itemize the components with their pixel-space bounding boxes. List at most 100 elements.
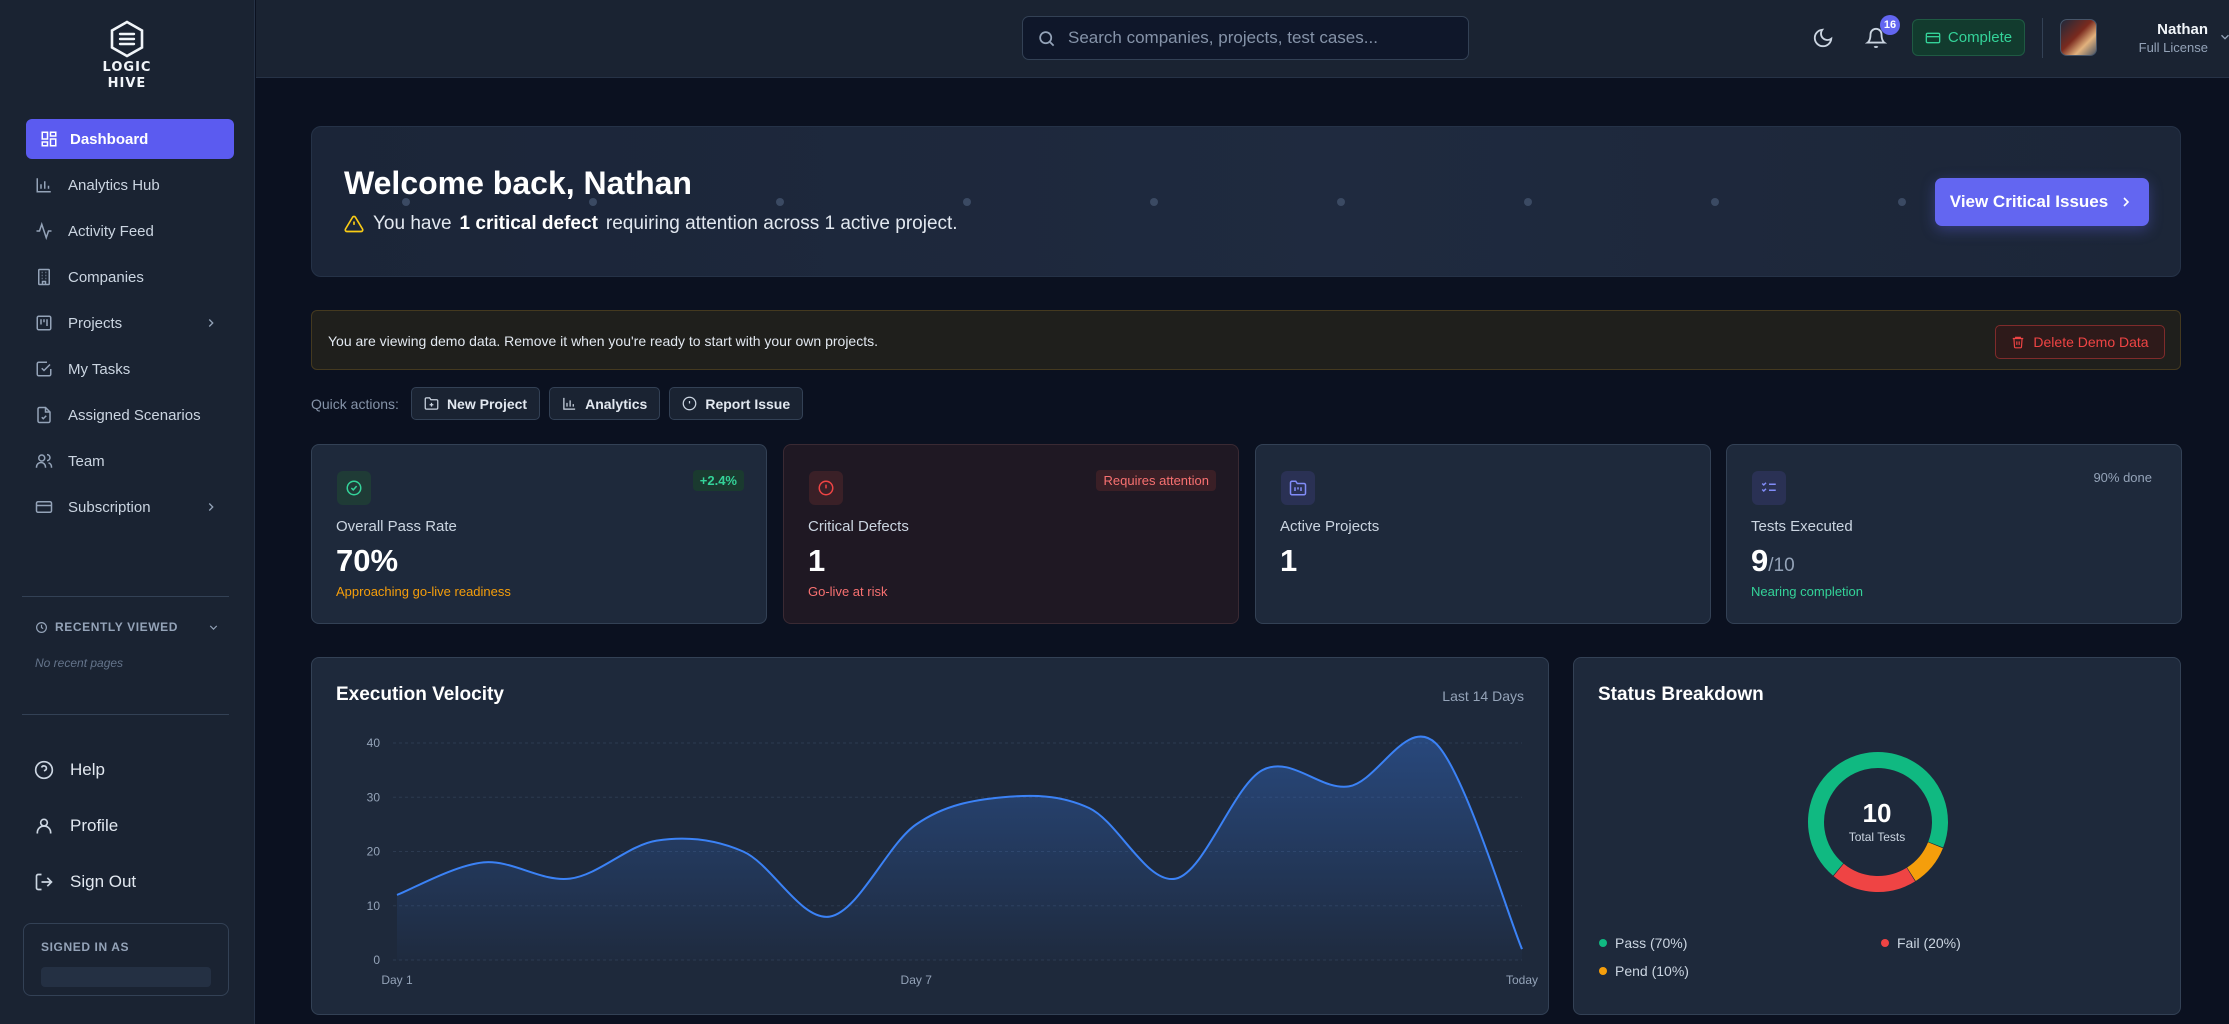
user-menu[interactable]: Nathan Full License <box>2108 21 2208 55</box>
warning-triangle-icon <box>344 215 364 233</box>
welcome-text-highlight: 1 critical defect <box>459 213 598 234</box>
log-out-icon <box>35 873 53 891</box>
stat-card-critical-defects[interactable]: Requires attention Critical Defects 1 Go… <box>783 444 1239 624</box>
chevron-right-icon <box>208 503 214 511</box>
status-label: Complete <box>1947 29 2013 46</box>
top-header: 16 Complete Nathan Full License <box>256 0 2229 78</box>
help-circle-icon <box>34 760 54 780</box>
card-value-main: 9 <box>1751 543 1769 578</box>
card-title: Overall Pass Rate <box>336 518 457 535</box>
search-input[interactable] <box>1068 28 1448 48</box>
users-icon <box>35 453 53 468</box>
demo-data-text: You are viewing demo data. Remove it whe… <box>328 333 878 349</box>
velocity-point[interactable] <box>741 850 745 854</box>
search-box[interactable] <box>1022 16 1469 60</box>
logo-text-hive: HIVE <box>107 76 147 91</box>
sidebar-item-sign-out[interactable]: Sign Out <box>34 854 224 910</box>
sidebar-item-projects[interactable]: Projects <box>26 303 234 343</box>
moon-icon[interactable] <box>1812 27 1834 49</box>
sidebar-item-analytics-hub[interactable]: Analytics Hub <box>26 165 234 205</box>
credit-card-icon <box>35 501 53 513</box>
analytics-button[interactable]: Analytics <box>549 387 661 420</box>
trash-icon <box>2013 336 2024 349</box>
stat-card-active-projects[interactable]: Active Projects 1 <box>1255 444 1711 624</box>
velocity-point[interactable] <box>655 839 659 843</box>
y-tick-label: 0 <box>373 953 380 967</box>
sidebar-item-companies[interactable]: Companies <box>26 257 234 297</box>
legend-dot-fail <box>1881 939 1889 947</box>
card-note: Approaching go-live readiness <box>336 584 511 599</box>
clock-icon <box>36 621 47 633</box>
avatar[interactable] <box>2060 19 2097 56</box>
decorative-dots <box>402 198 1906 206</box>
view-critical-issues-button[interactable]: View Critical Issues <box>1935 178 2149 226</box>
card-note: Nearing completion <box>1751 584 1864 599</box>
velocity-point[interactable] <box>1347 784 1351 788</box>
subscription-status-pill[interactable]: Complete <box>1912 19 2025 56</box>
user-license: Full License <box>2138 40 2208 55</box>
velocity-point[interactable] <box>568 877 572 881</box>
sidebar-item-team[interactable]: Team <box>26 441 234 481</box>
y-tick-label: 20 <box>367 845 381 859</box>
velocity-point[interactable] <box>1433 741 1437 745</box>
recently-viewed-empty: No recent pages <box>35 656 124 670</box>
legend-item-pend[interactable]: Pend (10%) <box>1599 963 1689 979</box>
card-icon-box <box>337 471 371 505</box>
bar-chart-icon <box>563 397 576 410</box>
recently-viewed-toggle[interactable]: RECENTLY VIEWED <box>35 620 220 634</box>
velocity-point[interactable] <box>482 860 486 864</box>
sidebar-item-profile[interactable]: Profile <box>34 798 224 854</box>
new-project-button[interactable]: New Project <box>410 387 541 420</box>
sidebar-item-subscription[interactable]: Subscription <box>26 487 234 527</box>
donut-slice-fail[interactable] <box>1833 863 1916 892</box>
sidebar-item-my-tasks[interactable]: My Tasks <box>26 349 234 389</box>
sidebar-nav: Dashboard Analytics Hub Activity Feed Co… <box>26 119 234 533</box>
card-title: Active Projects <box>1280 518 1380 535</box>
legend-item-pass[interactable]: Pass (70%) <box>1599 935 1687 951</box>
stat-card-tests-executed[interactable]: 90% done Tests Executed 9/10 Nearing com… <box>1726 444 2182 624</box>
grid-icon <box>41 131 57 147</box>
sidebar-item-activity-feed[interactable]: Activity Feed <box>26 211 234 251</box>
card-title: Critical Defects <box>808 518 909 535</box>
analytics-label: Analytics <box>585 395 648 412</box>
y-tick-label: 30 <box>367 790 381 804</box>
trend-badge: +2.4% <box>692 470 744 491</box>
sidebar-item-assigned-scenarios[interactable]: Assigned Scenarios <box>26 395 234 435</box>
donut-slice-pend[interactable] <box>1906 841 1943 881</box>
check-circle-icon <box>346 480 362 496</box>
alert-circle-icon <box>682 396 697 411</box>
demo-data-banner: You are viewing demo data. Remove it whe… <box>311 310 2181 370</box>
velocity-point[interactable] <box>1087 806 1091 810</box>
card-value: 1 <box>1280 543 1298 578</box>
x-tick-label: Today <box>1506 973 1538 987</box>
quick-actions: Quick actions: New Project Analytics Rep… <box>311 387 812 420</box>
velocity-point[interactable] <box>1001 795 1005 799</box>
check-square-icon <box>36 361 52 377</box>
card-icon-box <box>1281 471 1315 505</box>
velocity-point[interactable] <box>395 893 399 897</box>
legend-item-fail[interactable]: Fail (20%) <box>1881 935 1961 951</box>
chevron-down-icon[interactable] <box>2218 30 2229 44</box>
welcome-title: Welcome back, Nathan <box>344 165 692 201</box>
velocity-point[interactable] <box>828 915 832 919</box>
velocity-point[interactable] <box>1260 768 1264 772</box>
velocity-point[interactable] <box>914 822 918 826</box>
signed-in-user-placeholder <box>41 967 211 987</box>
user-name: Nathan <box>2157 21 2208 38</box>
sidebar-item-dashboard[interactable]: Dashboard <box>26 119 234 159</box>
card-title: Tests Executed <box>1751 518 1853 535</box>
sidebar-divider <box>22 714 229 715</box>
sidebar-item-help[interactable]: Help <box>34 742 224 798</box>
signed-in-box: SIGNED IN AS <box>23 923 229 996</box>
welcome-text-pre: You have <box>373 213 452 234</box>
report-issue-button[interactable]: Report Issue <box>669 387 804 420</box>
logo[interactable]: LOGIC HIVE <box>94 20 160 90</box>
velocity-point[interactable] <box>1520 947 1524 951</box>
card-icon-box <box>809 471 843 505</box>
delete-demo-data-button[interactable]: Delete Demo Data <box>1995 325 2165 359</box>
stat-card-pass-rate[interactable]: +2.4% Overall Pass Rate 70% Approaching … <box>311 444 767 624</box>
status-badge: Requires attention <box>1096 470 1216 491</box>
velocity-point[interactable] <box>1174 877 1178 881</box>
sidebar-item-label: Activity Feed <box>68 222 154 240</box>
sidebar-item-label: Help <box>70 760 105 779</box>
